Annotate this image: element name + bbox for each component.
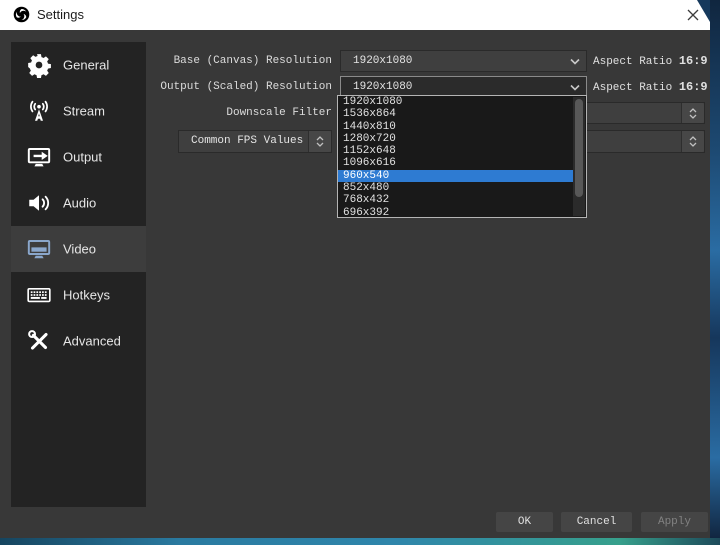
spinner-arrows-icon[interactable] <box>681 131 704 152</box>
dropdown-item[interactable]: 852x480 <box>338 182 573 194</box>
sidebar-item-hotkeys[interactable]: Hotkeys <box>11 272 146 318</box>
dropdown-item[interactable]: 960x540 <box>338 170 573 182</box>
output-resolution-label: Output (Scaled) Resolution <box>150 76 332 98</box>
dropdown-item[interactable]: 768x432 <box>338 194 573 206</box>
sidebar-item-label: Video <box>63 242 96 257</box>
sidebar-item-label: Output <box>63 150 102 165</box>
gear-icon <box>25 51 53 79</box>
apply-button[interactable]: Apply <box>641 512 708 532</box>
titlebar[interactable]: Settings <box>0 0 710 30</box>
chevron-down-icon <box>570 52 580 70</box>
downscale-filter-label: Downscale Filter <box>150 102 332 124</box>
sidebar-item-general[interactable]: General <box>11 42 146 88</box>
sidebar-item-stream[interactable]: Stream <box>11 88 146 134</box>
sidebar-item-audio[interactable]: Audio <box>11 180 146 226</box>
base-aspect-ratio: Aspect Ratio 16:9 <box>593 50 708 72</box>
sidebar-item-label: Audio <box>63 196 96 211</box>
chevron-down-icon <box>570 78 580 96</box>
resolution-dropdown-list: 1920x10801536x8641440x8101280x7201152x64… <box>338 96 573 217</box>
dropdown-item[interactable]: 1920x1080 <box>338 96 573 108</box>
aspect-value: 16:9 <box>679 80 708 94</box>
sidebar-item-label: Hotkeys <box>63 288 110 303</box>
sidebar-item-output[interactable]: Output <box>11 134 146 180</box>
spinner-arrows-icon[interactable] <box>681 103 704 123</box>
output-resolution-value: 1920x1080 <box>353 77 412 97</box>
cancel-button[interactable]: Cancel <box>561 512 632 532</box>
aspect-label: Aspect Ratio <box>593 56 672 68</box>
dropdown-item[interactable]: 1096x616 <box>338 157 573 169</box>
dropdown-scrollbar-thumb[interactable] <box>575 99 583 197</box>
aspect-label: Aspect Ratio <box>593 82 672 94</box>
dropdown-item[interactable]: 1440x810 <box>338 121 573 133</box>
speaker-icon <box>25 189 53 217</box>
tools-icon <box>25 327 53 355</box>
fps-type-value: Common FPS Values <box>191 131 303 151</box>
dropdown-item[interactable]: 1152x648 <box>338 145 573 157</box>
window-title: Settings <box>37 0 84 30</box>
base-resolution-label: Base (Canvas) Resolution <box>150 50 332 72</box>
monitor-icon <box>25 235 53 263</box>
resolution-dropdown-popup: 1920x10801536x8641440x8101280x7201152x64… <box>337 95 587 218</box>
aspect-value: 16:9 <box>679 54 708 68</box>
keyboard-icon <box>25 281 53 309</box>
dropdown-item[interactable]: 1536x864 <box>338 108 573 120</box>
base-resolution-value: 1920x1080 <box>353 51 412 71</box>
output-aspect-ratio: Aspect Ratio 16:9 <box>593 76 708 98</box>
sidebar-item-video[interactable]: Video <box>11 226 146 272</box>
spinner-arrows-icon[interactable] <box>308 131 331 152</box>
desktop-bottom-strip <box>0 538 720 545</box>
sidebar-item-label: Stream <box>63 104 105 119</box>
base-resolution-combo[interactable]: 1920x1080 <box>340 50 587 72</box>
fps-type-combo[interactable]: Common FPS Values <box>178 130 332 153</box>
broadcast-icon <box>25 97 53 125</box>
close-icon[interactable] <box>682 4 704 26</box>
dropdown-item[interactable]: 1280x720 <box>338 133 573 145</box>
sidebar-item-label: Advanced <box>63 334 121 349</box>
dropdown-item[interactable]: 696x392 <box>338 207 573 217</box>
obs-logo-icon <box>13 6 30 23</box>
settings-nav: General Stream Output Audio Video <box>11 42 146 507</box>
settings-window: Settings General Stream Output <box>0 0 710 538</box>
sidebar-item-label: General <box>63 58 109 73</box>
dropdown-scrollbar[interactable] <box>573 97 585 216</box>
monitor-arrow-icon <box>25 143 53 171</box>
sidebar-item-advanced[interactable]: Advanced <box>11 318 146 364</box>
ok-button[interactable]: OK <box>496 512 553 532</box>
